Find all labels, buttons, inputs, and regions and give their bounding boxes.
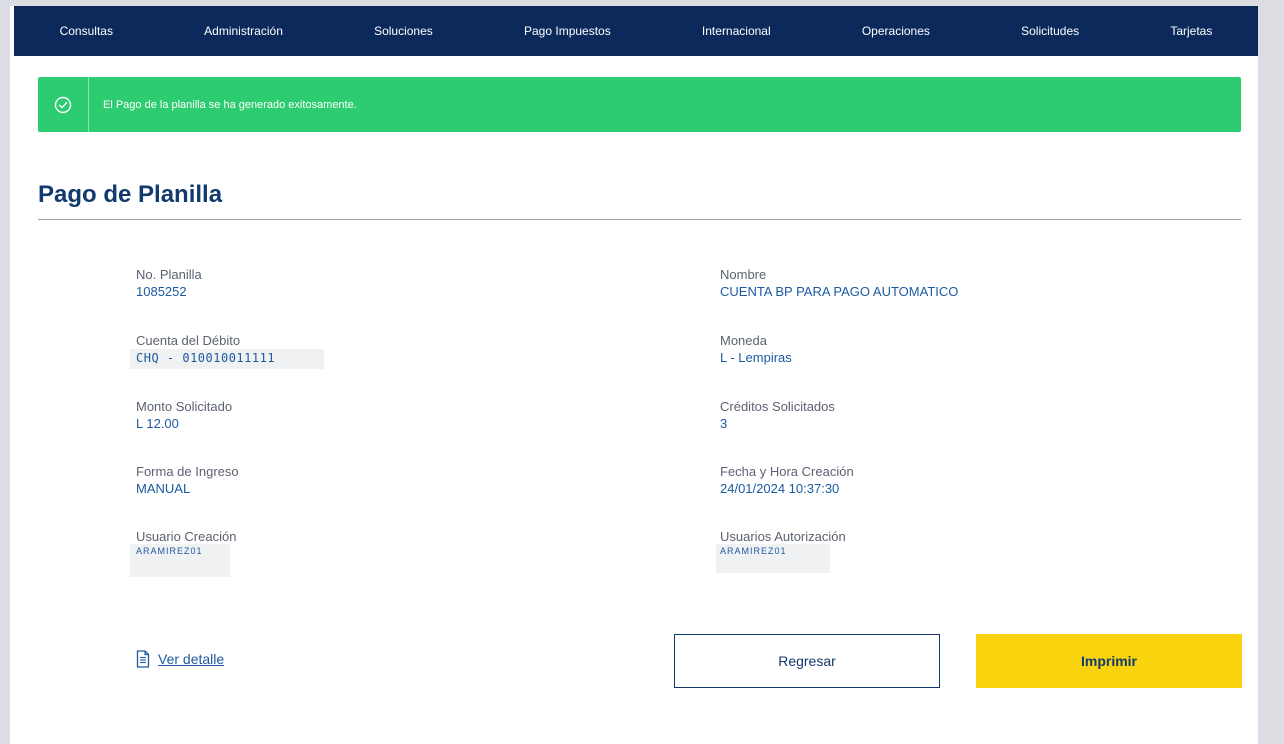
field-value: 1085252 bbox=[136, 284, 187, 299]
top-navbar: Consultas Administración Soluciones Pago… bbox=[14, 6, 1258, 56]
window-frame-left bbox=[0, 0, 10, 744]
ver-detalle-label[interactable]: Ver detalle bbox=[158, 651, 224, 667]
field-value: L 12.00 bbox=[136, 416, 179, 431]
field-creditos-solicitados: Créditos Solicitados 3 bbox=[720, 398, 835, 433]
field-label: Nombre bbox=[720, 267, 767, 282]
field-label: Monto Solicitado bbox=[136, 399, 233, 414]
field-value: 3 bbox=[720, 416, 728, 431]
title-divider bbox=[38, 219, 1241, 220]
check-circle-icon bbox=[54, 96, 72, 113]
document-icon bbox=[136, 650, 150, 668]
window-frame-right bbox=[1258, 0, 1284, 744]
field-label: Créditos Solicitados bbox=[720, 399, 835, 414]
field-moneda: Moneda L - Lempiras bbox=[720, 332, 792, 367]
nav-item-pago-impuestos[interactable]: Pago Impuestos bbox=[524, 24, 611, 38]
field-usuarios-autorizacion: Usuarios Autorización ARAMIREZ01 bbox=[720, 528, 846, 557]
alert-message: El Pago de la planilla se ha generado ex… bbox=[103, 98, 357, 111]
regresar-button[interactable]: Regresar bbox=[674, 634, 940, 688]
field-value: MANUAL bbox=[136, 481, 191, 496]
alert-icon-container bbox=[38, 77, 89, 132]
field-usuario-creacion: Usuario Creación ARAMIREZ01 bbox=[136, 528, 236, 557]
success-alert: El Pago de la planilla se ha generado ex… bbox=[38, 77, 1241, 132]
imprimir-button[interactable]: Imprimir bbox=[976, 634, 1242, 688]
field-nombre: Nombre CUENTA BP PARA PAGO AUTOMATICO bbox=[720, 266, 958, 301]
page-title: Pago de Planilla bbox=[38, 181, 223, 208]
ver-detalle-link[interactable]: Ver detalle bbox=[136, 650, 224, 668]
field-forma-ingreso: Forma de Ingreso MANUAL bbox=[136, 463, 239, 498]
field-monto-solicitado: Monto Solicitado L 12.00 bbox=[136, 398, 232, 433]
nav-item-consultas[interactable]: Consultas bbox=[60, 24, 113, 38]
field-value: CUENTA BP PARA PAGO AUTOMATICO bbox=[720, 284, 959, 299]
nav-item-soluciones[interactable]: Soluciones bbox=[374, 24, 433, 38]
field-cuenta-debito: Cuenta del Débito CHQ - 010010011111 bbox=[136, 332, 275, 367]
field-fecha-hora-creacion: Fecha y Hora Creación 24/01/2024 10:37:3… bbox=[720, 463, 854, 498]
nav-item-solicitudes[interactable]: Solicitudes bbox=[1021, 24, 1079, 38]
field-label: Usuario Creación bbox=[136, 529, 237, 544]
nav-item-operaciones[interactable]: Operaciones bbox=[862, 24, 930, 38]
nav-item-administracion[interactable]: Administración bbox=[204, 24, 283, 38]
field-value: ARAMIREZ01 bbox=[136, 546, 203, 556]
field-label: No. Planilla bbox=[136, 267, 202, 282]
nav-item-internacional[interactable]: Internacional bbox=[702, 24, 771, 38]
field-label: Fecha y Hora Creación bbox=[720, 464, 854, 479]
field-value: L - Lempiras bbox=[720, 350, 792, 365]
nav-item-tarjetas[interactable]: Tarjetas bbox=[1170, 24, 1212, 38]
field-label: Forma de Ingreso bbox=[136, 464, 239, 479]
field-no-planilla: No. Planilla 1085252 bbox=[136, 266, 202, 301]
field-label: Moneda bbox=[720, 333, 767, 348]
field-label: Usuarios Autorización bbox=[720, 529, 846, 544]
field-value: 24/01/2024 10:37:30 bbox=[720, 481, 840, 496]
field-value: CHQ - 010010011111 bbox=[136, 351, 276, 365]
field-value: ARAMIREZ01 bbox=[720, 546, 787, 556]
field-label: Cuenta del Débito bbox=[136, 333, 241, 348]
